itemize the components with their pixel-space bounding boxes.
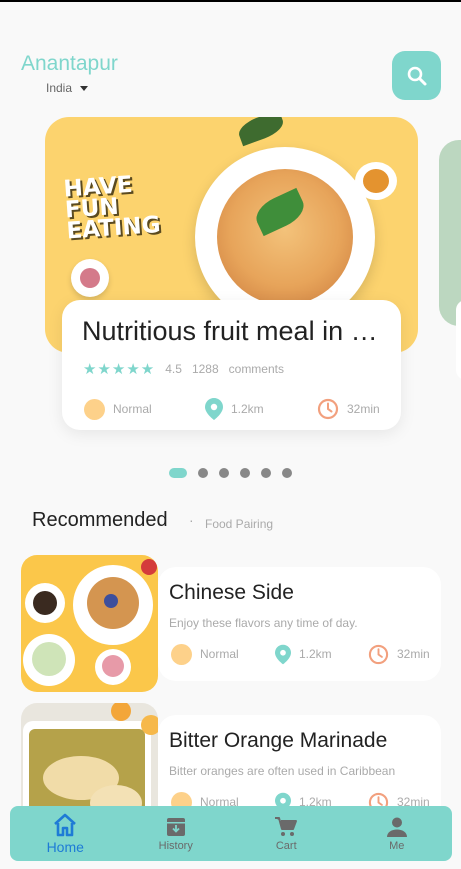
level-label: Normal <box>200 647 239 661</box>
location-pin-icon <box>275 644 291 664</box>
section-separator: · <box>189 512 194 528</box>
country-label: India <box>46 81 73 95</box>
caret-down-icon <box>80 85 89 91</box>
location-pin-icon <box>205 398 223 420</box>
nav-cart[interactable]: Cart <box>236 806 336 861</box>
list-item[interactable]: Chinese Side Enjoy these flavors any tim… <box>21 555 441 692</box>
nav-me[interactable]: Me <box>347 806 447 861</box>
distance-meta: 1.2km <box>205 397 264 421</box>
distance-meta: 1.2km <box>275 642 332 666</box>
item-name: Chinese Side <box>169 581 294 604</box>
time-meta: 32min <box>368 642 430 666</box>
pagination-dot[interactable] <box>198 468 208 478</box>
time-label: 32min <box>347 402 380 416</box>
pagination-dot[interactable] <box>261 468 271 478</box>
distance-label: 1.2km <box>231 402 264 416</box>
next-carousel-card[interactable] <box>439 140 461 326</box>
pagination-dot[interactable] <box>282 468 292 478</box>
level-meta: Normal <box>171 642 239 666</box>
hero-slogan: HAVE FUN EATING <box>63 171 197 245</box>
nav-home[interactable]: Home <box>15 806 115 861</box>
item-description: Bitter oranges are often used in Caribbe… <box>169 764 396 778</box>
nav-label: Home <box>46 838 84 855</box>
item-name: Bitter Orange Marinade <box>169 729 388 752</box>
person-icon <box>386 817 407 837</box>
level-label: Normal <box>113 402 152 416</box>
city-title[interactable]: Anantapur <box>21 52 118 76</box>
clock-icon <box>368 644 389 664</box>
comment-label: comments <box>228 362 284 376</box>
nav-label: Me <box>389 839 405 852</box>
archive-icon <box>166 817 185 836</box>
pasta-image <box>217 169 353 305</box>
section-subtitle[interactable]: Food Pairing <box>205 517 273 531</box>
carousel-pagination <box>169 468 292 478</box>
item-description: Enjoy these flavors any time of day. <box>169 616 358 630</box>
item-meta-row: Normal 1.2km 32min <box>171 642 436 666</box>
pagination-dot[interactable] <box>219 468 229 478</box>
pagination-dot[interactable] <box>240 468 250 478</box>
country-selector[interactable]: India <box>46 81 89 95</box>
leaf-decoration <box>235 117 287 147</box>
next-carousel-card-info <box>456 300 461 380</box>
sauce-image <box>363 169 389 193</box>
dessert-topping-image <box>80 268 100 288</box>
distance-label: 1.2km <box>299 647 332 661</box>
slogan-line: EATING <box>65 211 162 245</box>
nav-label: History <box>158 839 193 852</box>
level-meta: Normal <box>84 397 152 421</box>
featured-title: Nutritious fruit meal in China <box>82 316 382 346</box>
home-icon <box>54 813 77 836</box>
list-item[interactable]: Bitter Orange Marinade Bitter oranges ar… <box>21 703 441 840</box>
food-thumbnail <box>21 555 158 692</box>
nav-history[interactable]: History <box>126 806 226 861</box>
time-label: 32min <box>397 647 430 661</box>
featured-meta-row: Normal 1.2km 32min <box>84 397 384 421</box>
pancake-dish-image <box>21 555 158 692</box>
rating-row: ★★★★★ 4.5 1288 comments <box>83 360 284 378</box>
time-meta: 32min <box>317 397 380 421</box>
level-dot-icon <box>171 643 192 665</box>
search-icon <box>407 66 426 85</box>
bottom-navigation: Home History Cart Me <box>10 806 452 861</box>
section-title: Recommended <box>32 509 168 531</box>
status-bar-line <box>0 0 461 2</box>
featured-info-card[interactable]: Nutritious fruit meal in China ★★★★★ 4.5… <box>62 300 401 430</box>
clock-icon <box>317 398 339 420</box>
cart-icon <box>275 816 298 836</box>
nav-label: Cart <box>275 839 297 852</box>
comment-count: 1288 <box>191 362 219 376</box>
star-rating-icon: ★★★★★ <box>83 361 156 378</box>
search-button[interactable] <box>392 51 441 100</box>
pagination-dot-active[interactable] <box>169 468 187 478</box>
level-dot-icon <box>84 398 105 420</box>
rating-value: 4.5 <box>165 362 182 376</box>
